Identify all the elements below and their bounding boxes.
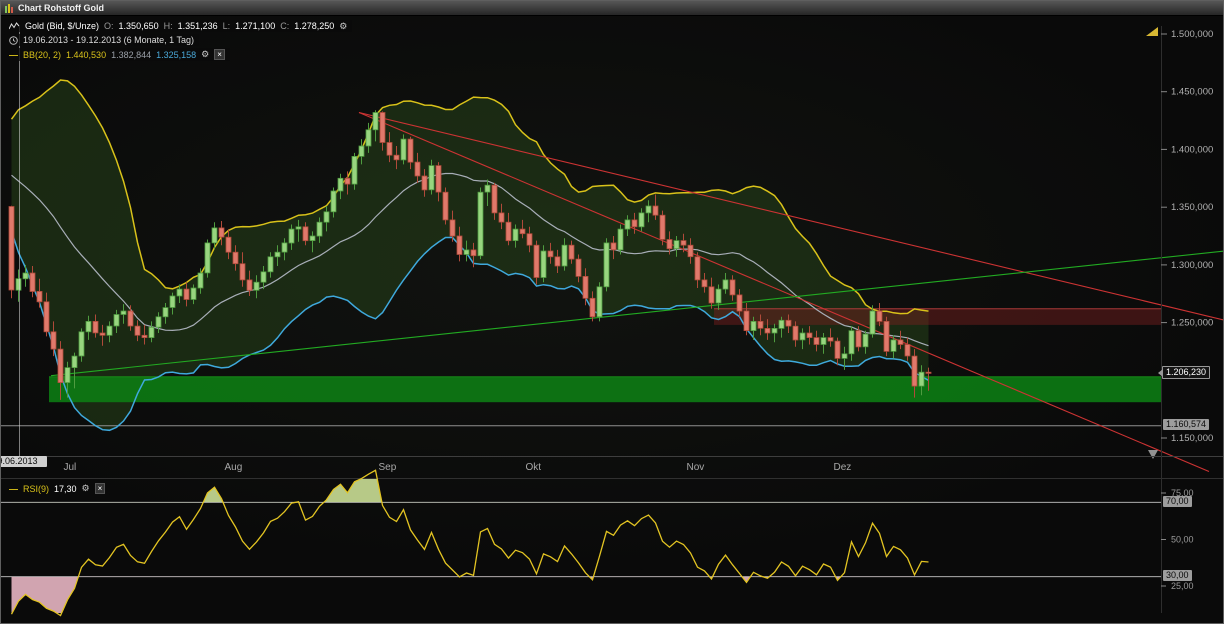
price-level-badge: 1.160,574 bbox=[1163, 419, 1209, 430]
chart-settings-icon[interactable]: ⚙ bbox=[339, 22, 347, 31]
rsi-axis-label: 50,00 bbox=[1171, 535, 1194, 545]
instrument-header: Gold (Bid, $/Unze) O: 1.350,650 H: 1.351… bbox=[4, 20, 352, 32]
open-value: 1.350,650 bbox=[119, 21, 159, 31]
high-label: H: bbox=[164, 21, 173, 31]
month-label: Jul bbox=[64, 462, 77, 473]
symbol-label: Gold (Bid, $/Unze) bbox=[25, 21, 99, 31]
month-label: Sep bbox=[379, 462, 397, 473]
last-price-badge: 1.206,230 bbox=[1162, 366, 1210, 379]
price-axis-label: 1.500,000 bbox=[1171, 29, 1213, 40]
rsi-overbought-badge: 70,00 bbox=[1163, 496, 1192, 507]
month-label: Okt bbox=[526, 462, 542, 473]
price-axis-label: 1.250,000 bbox=[1171, 318, 1213, 329]
bb-close-icon[interactable]: × bbox=[214, 49, 225, 60]
rsi-axis-label: 25,00 bbox=[1171, 581, 1194, 591]
time-axis[interactable]: Jul Aug Sep Okt Nov Dez bbox=[64, 462, 852, 473]
rsi-oversold-badge: 30,00 bbox=[1163, 570, 1192, 581]
close-value: 1.278,250 bbox=[294, 21, 334, 31]
trendline-arrow-icon bbox=[1148, 450, 1158, 459]
close-label: C: bbox=[280, 21, 289, 31]
low-label: L: bbox=[223, 21, 231, 31]
high-value: 1.351,236 bbox=[178, 21, 218, 31]
chart-canvas[interactable]: 1.500,000 1.450,000 1.400,000 1.350,000 1.30… bbox=[1, 1, 1224, 624]
price-axis-label: 1.300,000 bbox=[1171, 260, 1213, 271]
price-axis[interactable]: 1.500,000 1.450,000 1.400,000 1.350,000 1.30… bbox=[1161, 29, 1213, 444]
low-value: 1.271,100 bbox=[235, 21, 275, 31]
rsi-line bbox=[12, 470, 929, 615]
bb-upper-value: 1.440,530 bbox=[66, 50, 106, 60]
rsi-overbought-fill bbox=[12, 470, 929, 615]
month-label: Dez bbox=[834, 462, 852, 473]
rsi-value: 17,30 bbox=[54, 484, 77, 494]
latest-data-marker-icon[interactable] bbox=[1146, 27, 1158, 36]
app-icon bbox=[5, 4, 14, 13]
bb-name-label: BB(20, 2) bbox=[23, 50, 61, 60]
instrument-icon bbox=[9, 22, 20, 31]
rsi-oversold-fill bbox=[12, 470, 929, 615]
open-label: O: bbox=[104, 21, 114, 31]
trendline-red-1[interactable] bbox=[359, 113, 1209, 472]
bb-indicator-header: — BB(20, 2) 1.440,530 1.382,844 1.325,15… bbox=[4, 48, 230, 61]
clock-icon bbox=[9, 36, 18, 45]
rsi-close-icon[interactable]: × bbox=[95, 483, 106, 494]
crosshair-date-badge: 19.06.2013 bbox=[0, 456, 47, 467]
chart-window: 1.500,000 1.450,000 1.400,000 1.350,000 1.30… bbox=[0, 0, 1224, 624]
bb-settings-icon[interactable]: ⚙ bbox=[201, 50, 209, 59]
bb-middle-value: 1.382,844 bbox=[111, 50, 151, 60]
rsi-color-swatch: — bbox=[9, 484, 18, 494]
period-label: 19.06.2013 - 19.12.2013 (6 Monate, 1 Tag… bbox=[23, 35, 194, 45]
rsi-indicator-header: — RSI(9) 17,30 ⚙ × bbox=[4, 482, 110, 495]
period-header: 19.06.2013 - 19.12.2013 (6 Monate, 1 Tag… bbox=[4, 34, 199, 46]
price-axis-label: 1.400,000 bbox=[1171, 144, 1213, 155]
price-axis-label: 1.150,000 bbox=[1171, 433, 1213, 444]
rsi-settings-icon[interactable]: ⚙ bbox=[82, 484, 90, 493]
month-label: Nov bbox=[687, 462, 705, 473]
bb-color-swatch: — bbox=[9, 50, 18, 60]
price-axis-label: 1.450,000 bbox=[1171, 87, 1213, 98]
rsi-name-label: RSI(9) bbox=[23, 484, 49, 494]
price-axis-label: 1.350,000 bbox=[1171, 202, 1213, 213]
window-title: Chart Rohstoff Gold bbox=[18, 3, 104, 13]
month-label: Aug bbox=[225, 462, 243, 473]
window-titlebar[interactable]: Chart Rohstoff Gold bbox=[1, 1, 1223, 16]
bb-lower-value: 1.325,158 bbox=[156, 50, 196, 60]
